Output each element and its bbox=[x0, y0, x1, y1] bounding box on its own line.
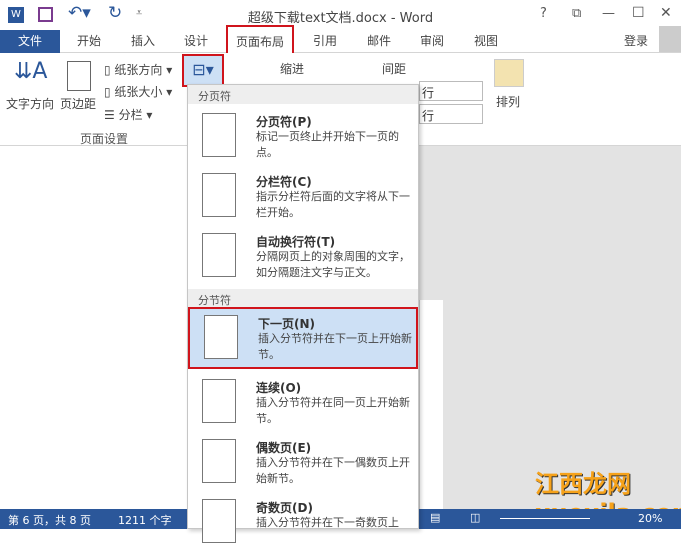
column-break-icon bbox=[202, 173, 236, 217]
text-direction-button[interactable]: 文字方向 bbox=[6, 95, 54, 112]
size-button[interactable]: ▯ 纸张大小 ▾ bbox=[104, 83, 172, 100]
orientation-button[interactable]: ▯ 纸张方向 ▾ bbox=[104, 61, 172, 78]
item-desc: 插入分节符并在下一偶数页上开始新节。 bbox=[256, 456, 410, 485]
menu-item-text-wrapping[interactable]: 自动换行符(T) 分隔网页上的对象周围的文字，如分隔题注文字与正文。 bbox=[188, 227, 418, 285]
help-button[interactable]: ? bbox=[540, 6, 547, 21]
item-title: 分栏符(C) bbox=[256, 175, 312, 189]
menu-item-odd-page[interactable]: 奇数页(D) 插入分节符并在下一奇数页上 bbox=[188, 493, 418, 551]
next-page-icon bbox=[204, 315, 238, 359]
breaks-dropdown: 分页符 分页符(P) 标记一页终止并开始下一页的点。 分栏符(C) 指示分栏符后面的… bbox=[187, 84, 419, 543]
menu-item-page-break[interactable]: 分页符(P) 标记一页终止并开始下一页的点。 bbox=[188, 107, 418, 165]
spacing-after-input[interactable]: 行 bbox=[419, 104, 483, 124]
section-header-page-breaks: 分页符 bbox=[188, 85, 418, 104]
tab-home[interactable]: 开始 bbox=[77, 32, 101, 49]
sign-in-link[interactable]: 登录 bbox=[624, 32, 648, 49]
columns-label: 分栏 bbox=[118, 108, 143, 122]
tab-references[interactable]: 引用 bbox=[313, 32, 337, 49]
indent-label: 缩进 bbox=[280, 62, 305, 76]
item-title: 连续(O) bbox=[256, 381, 302, 395]
word-count[interactable]: 1211 个字 bbox=[118, 512, 172, 528]
item-title: 下一页(N) bbox=[258, 317, 316, 331]
page-count[interactable]: 第 6 页，共 8 页 bbox=[8, 512, 91, 528]
text-wrapping-icon bbox=[202, 233, 236, 277]
print-layout-icon[interactable]: ▤ bbox=[430, 511, 440, 524]
page-setup-group-label: 页面设置 bbox=[80, 132, 129, 146]
item-title: 奇数页(D) bbox=[256, 501, 313, 515]
tab-review[interactable]: 审阅 bbox=[420, 32, 444, 49]
arrange-button[interactable]: 排列 bbox=[496, 93, 520, 110]
page bbox=[0, 146, 187, 509]
menu-item-even-page[interactable]: 偶数页(E) 插入分节符并在下一偶数页上开始新节。 bbox=[188, 433, 418, 491]
menu-item-next-page[interactable]: 下一页(N) 插入分节符并在下一页上开始新节。 bbox=[188, 307, 418, 369]
item-desc: 插入分节符并在下一页上开始新节。 bbox=[258, 332, 412, 361]
columns-button[interactable]: ☰ 分栏 ▾ bbox=[104, 106, 152, 123]
size-label: 纸张大小 bbox=[114, 85, 163, 99]
item-desc: 指示分栏符后面的文字将从下一栏开始。 bbox=[256, 190, 410, 219]
item-title: 自动换行符(T) bbox=[256, 235, 336, 249]
page-break-icon bbox=[202, 113, 236, 157]
margins-icon bbox=[67, 61, 91, 91]
spacing-before-input[interactable]: 行 bbox=[419, 81, 483, 101]
page bbox=[419, 300, 443, 509]
tab-file[interactable]: 文件 bbox=[0, 30, 60, 53]
tab-mailings[interactable]: 邮件 bbox=[367, 32, 391, 49]
tab-design[interactable]: 设计 bbox=[184, 32, 208, 49]
title-bar: W ↶▾ ↻ ⩡ 超级下载text文档.docx - Word ? ⧉ — ☐ … bbox=[0, 0, 681, 30]
ribbon-tabs: 文件 开始 插入 设计 页面布局 引用 邮件 审阅 视图 登录 bbox=[0, 25, 681, 53]
spacing-label: 间距 bbox=[382, 62, 407, 76]
zoom-level[interactable]: 20% bbox=[638, 512, 662, 525]
section-header-section-breaks: 分节符 bbox=[188, 289, 418, 308]
tab-page-layout[interactable]: 页面布局 bbox=[226, 25, 295, 53]
menu-item-continuous[interactable]: 连续(O) 插入分节符并在同一页上开始新节。 bbox=[188, 373, 418, 431]
margins-button[interactable]: 页边距 bbox=[60, 95, 96, 112]
spacing-after-value: 行 bbox=[422, 109, 435, 123]
ribbon-display-button[interactable]: ⧉ bbox=[572, 6, 581, 21]
item-desc: 分隔网页上的对象周围的文字，如分隔题注文字与正文。 bbox=[256, 250, 410, 279]
even-page-icon bbox=[202, 439, 236, 483]
item-desc: 标记一页终止并开始下一页的点。 bbox=[256, 130, 399, 159]
item-desc: 插入分节符并在同一页上开始新节。 bbox=[256, 396, 410, 425]
breaks-button[interactable]: ⊟▾ bbox=[182, 54, 224, 87]
zoom-slider[interactable] bbox=[500, 518, 590, 519]
odd-page-icon bbox=[202, 499, 236, 543]
minimize-button[interactable]: — bbox=[602, 6, 615, 21]
arrange-icon bbox=[494, 59, 524, 87]
continuous-icon bbox=[202, 379, 236, 423]
menu-item-column-break[interactable]: 分栏符(C) 指示分栏符后面的文字将从下一栏开始。 bbox=[188, 167, 418, 225]
item-title: 分页符(P) bbox=[256, 115, 312, 129]
web-layout-icon[interactable]: ◫ bbox=[470, 511, 480, 524]
item-title: 偶数页(E) bbox=[256, 441, 312, 455]
maximize-button[interactable]: ☐ bbox=[632, 5, 645, 21]
avatar[interactable] bbox=[659, 26, 681, 52]
spacing-before-value: 行 bbox=[422, 86, 435, 100]
tab-view[interactable]: 视图 bbox=[474, 32, 498, 49]
text-direction-icon: ⇊A bbox=[14, 59, 48, 84]
close-button[interactable]: ✕ bbox=[660, 5, 672, 21]
tab-insert[interactable]: 插入 bbox=[131, 32, 155, 49]
orientation-label: 纸张方向 bbox=[114, 63, 163, 77]
